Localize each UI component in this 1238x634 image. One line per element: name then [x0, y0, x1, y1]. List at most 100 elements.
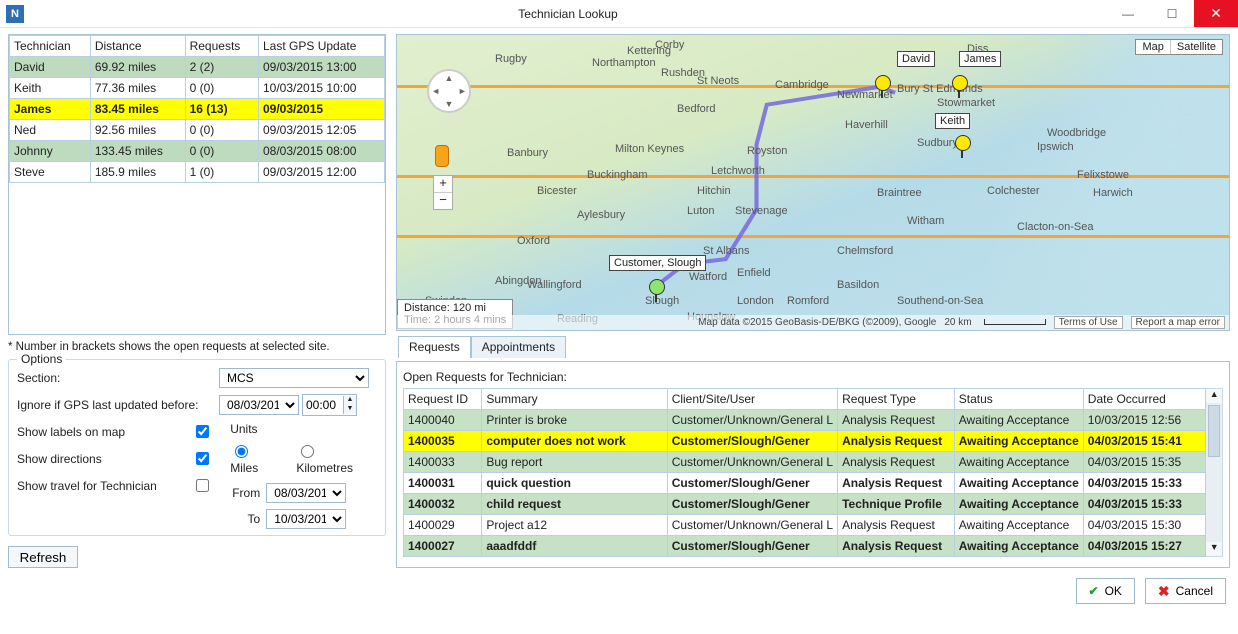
- ignore-gps-label: Ignore if GPS last updated before:: [17, 398, 213, 412]
- refresh-button[interactable]: Refresh: [8, 546, 78, 568]
- ignore-date-select[interactable]: 08/03/2015: [219, 395, 299, 415]
- section-label: Section:: [17, 371, 213, 385]
- map-place-label: Corby: [655, 39, 684, 51]
- spin-down-icon[interactable]: ▼: [343, 405, 356, 414]
- maximize-button[interactable]: ☐: [1150, 0, 1194, 27]
- marker-customer[interactable]: [649, 279, 663, 301]
- map-place-label: St Albans: [703, 245, 749, 257]
- scale-bar-icon: [984, 319, 1046, 325]
- terms-link[interactable]: Terms of Use: [1054, 316, 1123, 329]
- window-title: Technician Lookup: [30, 7, 1106, 21]
- cancel-button[interactable]: ✖Cancel: [1145, 578, 1226, 604]
- map-place-label: Colchester: [987, 185, 1040, 197]
- ignore-time-input[interactable]: [303, 396, 343, 414]
- tech-header[interactable]: Requests: [185, 36, 258, 57]
- map-place-label: Aylesbury: [577, 209, 625, 221]
- table-row[interactable]: Ned92.56 miles0 (0)09/03/2015 12:05: [10, 120, 385, 141]
- marker-david[interactable]: [875, 75, 889, 97]
- table-row[interactable]: 1400029Project a12Customer/Unknown/Gener…: [404, 514, 1206, 535]
- zoom-in-button[interactable]: +: [434, 176, 452, 193]
- technician-table[interactable]: TechnicianDistanceRequestsLast GPS Updat…: [8, 34, 386, 335]
- close-icon: ✖: [1158, 583, 1170, 600]
- map-place-label: Cambridge: [775, 79, 829, 91]
- table-row[interactable]: 1400027aaadfddfCustomer/Slough/GenerAnal…: [404, 535, 1206, 556]
- tech-header[interactable]: Last GPS Update: [259, 36, 385, 57]
- table-row[interactable]: 1400033Bug reportCustomer/Unknown/Genera…: [404, 451, 1206, 472]
- marker-label-customer: Customer, Slough: [609, 255, 706, 271]
- map-place-label: Abingdon: [495, 275, 542, 287]
- map-place-label: Buckingham: [587, 169, 648, 181]
- tab-appointments[interactable]: Appointments: [471, 336, 566, 358]
- section-select[interactable]: MCS: [219, 368, 369, 388]
- map-place-label: Hitchin: [697, 185, 731, 197]
- map-place-label: Oxford: [517, 235, 550, 247]
- to-date-select[interactable]: 10/03/2015: [266, 509, 346, 529]
- map[interactable]: NorthamptonCambridgeMilton KeynesOxfordL…: [396, 34, 1230, 331]
- map-place-label: Enfield: [737, 267, 771, 279]
- map-place-label: Bicester: [537, 185, 577, 197]
- map-place-label: Ipswich: [1037, 141, 1074, 153]
- map-type-switch[interactable]: Map Satellite: [1135, 39, 1223, 55]
- units-label: Units: [230, 422, 377, 436]
- tab-requests[interactable]: Requests: [398, 336, 471, 358]
- close-button[interactable]: ✕: [1194, 0, 1238, 27]
- req-header[interactable]: Request Type: [838, 388, 955, 409]
- zoom-out-button[interactable]: −: [434, 193, 452, 209]
- tab-bar: Requests Appointments: [396, 335, 1230, 357]
- show-labels-checkbox[interactable]: [196, 425, 209, 438]
- zoom-control[interactable]: + −: [433, 175, 453, 210]
- table-row[interactable]: Keith77.36 miles0 (0)10/03/2015 10:00: [10, 78, 385, 99]
- req-header[interactable]: Request ID: [404, 388, 482, 409]
- map-place-label: Watford: [689, 271, 727, 283]
- ok-button[interactable]: ✔OK: [1076, 578, 1135, 604]
- minimize-button[interactable]: —: [1106, 0, 1150, 27]
- scroll-thumb[interactable]: [1208, 405, 1220, 457]
- map-place-label: Rushden: [661, 67, 705, 79]
- map-place-label: Bury St Edmunds: [897, 83, 983, 95]
- req-header[interactable]: Summary: [482, 388, 667, 409]
- units-miles-option[interactable]: Miles: [230, 442, 282, 475]
- titlebar: N Technician Lookup — ☐ ✕: [0, 0, 1238, 28]
- from-date-select[interactable]: 08/03/2015: [266, 483, 346, 503]
- map-place-label: Milton Keynes: [615, 143, 684, 155]
- show-directions-checkbox[interactable]: [196, 452, 209, 465]
- req-header[interactable]: Date Occurred: [1083, 388, 1206, 409]
- requests-table[interactable]: Request IDSummaryClient/Site/UserRequest…: [403, 388, 1206, 557]
- table-row[interactable]: Johnny133.45 miles0 (0)08/03/2015 08:00: [10, 141, 385, 162]
- marker-label-james: James: [959, 51, 1001, 67]
- table-row[interactable]: James83.45 miles16 (13)09/03/2015: [10, 99, 385, 120]
- table-row[interactable]: 1400040Printer is brokeCustomer/Unknown/…: [404, 409, 1206, 430]
- pegman-icon[interactable]: [435, 145, 449, 167]
- show-travel-label: Show travel for Technician: [17, 479, 157, 493]
- options-legend: Options: [17, 352, 66, 366]
- map-pan-control[interactable]: ▲ ◄► ▼: [427, 69, 471, 113]
- marker-james[interactable]: [952, 75, 966, 97]
- requests-scrollbar[interactable]: ▲ ▼: [1206, 388, 1223, 557]
- ignore-time-spinner[interactable]: ▲▼: [302, 394, 357, 416]
- map-type-satellite[interactable]: Satellite: [1171, 40, 1222, 54]
- table-row[interactable]: 1400035computer does not workCustomer/Sl…: [404, 430, 1206, 451]
- report-error-link[interactable]: Report a map error: [1131, 316, 1225, 329]
- req-header[interactable]: Client/Site/User: [667, 388, 837, 409]
- scroll-up-icon[interactable]: ▲: [1206, 389, 1222, 403]
- marker-keith[interactable]: [955, 135, 969, 157]
- map-scale-label: 20 km: [944, 317, 971, 328]
- map-place-label: Sudbury: [917, 137, 958, 149]
- table-row[interactable]: 1400032child requestCustomer/Slough/Gene…: [404, 493, 1206, 514]
- req-header[interactable]: Status: [954, 388, 1083, 409]
- map-place-label: Romford: [787, 295, 829, 307]
- show-travel-checkbox[interactable]: [196, 479, 209, 492]
- table-row[interactable]: 1400031quick questionCustomer/Slough/Gen…: [404, 472, 1206, 493]
- units-km-option[interactable]: Kilometres: [296, 442, 377, 475]
- map-place-label: Braintree: [877, 187, 922, 199]
- scroll-down-icon[interactable]: ▼: [1206, 542, 1222, 556]
- tech-header[interactable]: Distance: [90, 36, 185, 57]
- spin-up-icon[interactable]: ▲: [343, 396, 356, 405]
- table-row[interactable]: Steve185.9 miles1 (0)09/03/2015 12:00: [10, 162, 385, 183]
- map-type-map[interactable]: Map: [1136, 40, 1170, 54]
- marker-label-david: David: [897, 51, 935, 67]
- tech-header[interactable]: Technician: [10, 36, 91, 57]
- map-place-label: Harwich: [1093, 187, 1133, 199]
- marker-label-keith: Keith: [935, 113, 970, 129]
- table-row[interactable]: David69.92 miles2 (2)09/03/2015 13:00: [10, 57, 385, 78]
